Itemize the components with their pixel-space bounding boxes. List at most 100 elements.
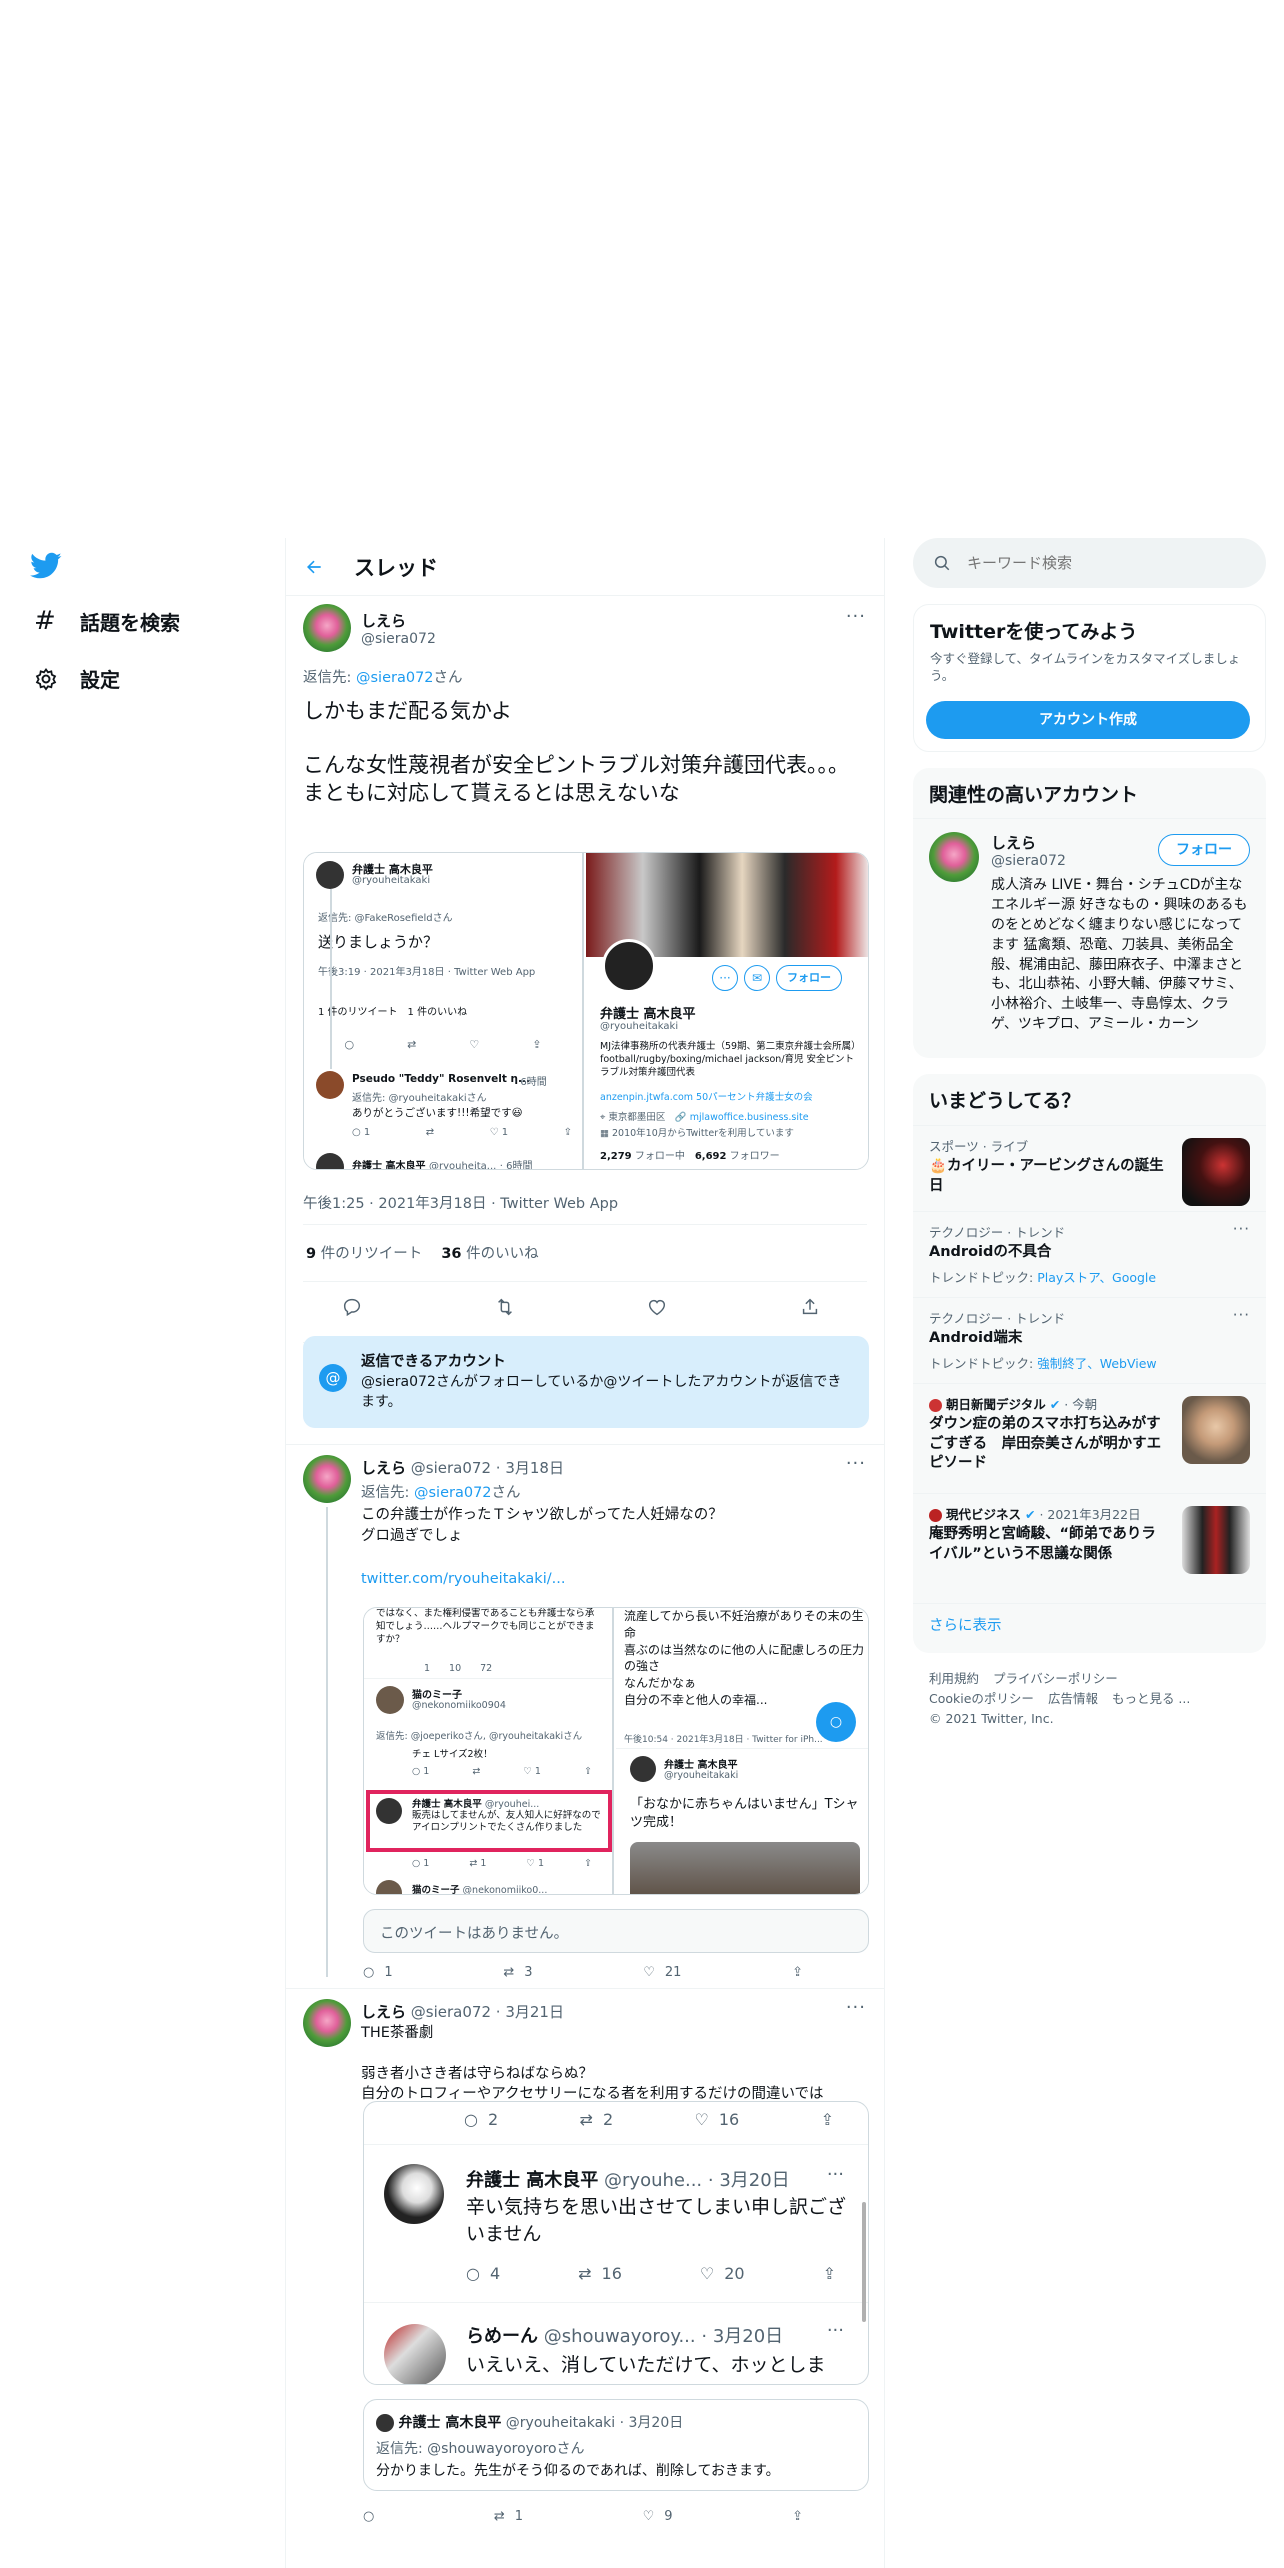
reply-to-link[interactable]: @siera072: [414, 1485, 492, 1501]
account-name[interactable]: しえら: [991, 832, 1066, 853]
tweet-text: しかもまだ配る気かよ こんな女性蔑視者が安全ピントラブル対策弁護団代表。。。 ま…: [303, 698, 863, 807]
embed-line: 喜ぶのは当然なのに他の人に配慮しろの圧力の強さ: [624, 1642, 865, 1674]
tweet-text: THE茶番劇 弱き者小さき者は守らねばならぬ？ 自分のトロフィーやアクセサリーに…: [361, 2023, 824, 2105]
nav-settings[interactable]: 設定: [34, 664, 120, 693]
embed-scrollbar: [862, 2202, 866, 2322]
embed-text: 送りましょうか？: [318, 933, 439, 951]
more-options-icon[interactable]: ···: [846, 1997, 866, 2018]
author-handle[interactable]: @siera072: [411, 1459, 491, 1477]
more-options-icon[interactable]: ···: [1233, 1306, 1250, 1324]
reply-button[interactable]: ○: [363, 2509, 374, 2524]
reply-to-link[interactable]: @siera072: [356, 670, 434, 686]
tweet-text-line: グロ過ぎでしょ: [361, 1528, 463, 1545]
show-more-link[interactable]: さらに表示: [913, 1603, 1266, 1653]
search-box[interactable]: [913, 538, 1266, 588]
media-image-left[interactable]: ではなく、また権利侵害であることも弁護士なら承知でしょう……ヘルプマークでも同じ…: [364, 1608, 614, 1895]
embed-handle: @ryouheitakaki: [664, 1770, 739, 1781]
avatar[interactable]: [929, 832, 979, 882]
media-image-right[interactable]: ··· ✉ フォロー 弁護士 高木良平 @ryouheitakaki MJ法律事…: [586, 853, 868, 1169]
share-icon[interactable]: [799, 1296, 821, 1318]
trend-sub[interactable]: 強制終了、WebView: [1037, 1356, 1156, 1371]
retweet-count[interactable]: 9: [306, 1246, 316, 1262]
like-button[interactable]: ♡ 9: [643, 2509, 673, 2524]
share-button[interactable]: ⇪: [792, 1965, 803, 1980]
signup-text: 今すぐ登録して、タイムラインをカスタマイズしましょう。: [930, 651, 1241, 683]
search-input[interactable]: [967, 554, 1217, 572]
avatar[interactable]: [303, 1455, 351, 1503]
tweet-media[interactable]: ではなく、また権利侵害であることも弁護士なら承知でしょう……ヘルプマークでも同じ…: [363, 1607, 869, 1895]
footer-ads-link[interactable]: 広告情報: [1048, 1691, 1098, 1706]
embed-author: 弁護士 高木良平: [466, 2170, 599, 2191]
retweet-icon[interactable]: [494, 1296, 516, 1318]
author-name[interactable]: しえら: [361, 1459, 406, 1477]
trend-sub[interactable]: Playストア、Google: [1037, 1270, 1156, 1285]
tweet-actions: ○ ⇄ 1 ♡ 9 ⇪: [363, 2509, 803, 2524]
footer-terms-link[interactable]: 利用規約: [929, 1671, 979, 1686]
retweet-button[interactable]: ⇄ 3: [503, 1965, 532, 1980]
reply-prefix: 返信先:: [303, 670, 356, 686]
share-button[interactable]: ⇪: [792, 2509, 803, 2524]
tweet-text-line: しかもまだ配る気かよ: [303, 699, 512, 723]
embed-more-icon: ···: [712, 965, 738, 991]
embed-bottom-handle: @nekonomiiko0...: [462, 1885, 548, 1895]
footer: 利用規約 プライバシーポリシー Cookieのポリシー 広告情報 もっと見る ... …: [913, 1669, 1266, 1729]
author-name[interactable]: しえら: [361, 610, 436, 631]
reply-tweet[interactable]: しえら @siera072 · 3月21日 ··· THE茶番劇 弱き者小さき者…: [286, 1989, 884, 2568]
footer-privacy-link[interactable]: プライバシーポリシー: [993, 1671, 1118, 1686]
nav-explore[interactable]: # 話題を検索: [34, 606, 180, 636]
reply-prefix: 返信先:: [361, 1485, 414, 1501]
retweet-button[interactable]: ⇄ 1: [494, 2509, 523, 2524]
like-count[interactable]: 36: [441, 1246, 461, 1262]
more-options-icon[interactable]: ···: [1233, 1220, 1250, 1238]
back-arrow-icon[interactable]: [304, 557, 324, 577]
tweet-media[interactable]: ○ 2 ⇄ 2 ♡ 16 ⇪ 弁護士 高木良平 @ryouhe... · 3月2…: [363, 2101, 869, 2385]
reply-icon[interactable]: [341, 1296, 363, 1318]
account-handle[interactable]: @siera072: [991, 853, 1066, 869]
quote-handle: @ryouheitakaki: [505, 2415, 616, 2431]
trend-item[interactable]: 朝日新聞デジタル ✔ · 今朝 ダウン症の弟のスマホ打ち込みがすごすぎる 岸田奈…: [913, 1383, 1266, 1493]
tweet-media[interactable]: 弁護士 高木良平 @ryouheitakaki 返信先: @FakeRosefi…: [303, 852, 869, 1170]
like-label[interactable]: 件のいいね: [466, 1246, 539, 1262]
create-account-button[interactable]: アカウント作成: [926, 701, 1250, 739]
trend-meta: · 今朝: [1064, 1397, 1098, 1412]
footer-cookie-link[interactable]: Cookieのポリシー: [929, 1691, 1034, 1706]
embed-profile-links: anzenpin.jtwfa.com 50パーセント弁護士女の会: [600, 1092, 813, 1103]
more-options-icon[interactable]: ···: [846, 606, 866, 627]
author-handle[interactable]: @siera072: [411, 2003, 491, 2021]
search-icon: [933, 554, 951, 572]
embed-date: · 3月20日: [707, 2170, 790, 2191]
footer-more-link[interactable]: もっと見る ...: [1112, 1691, 1190, 1706]
like-button[interactable]: ♡ 21: [643, 1965, 681, 1980]
trend-item[interactable]: テクノロジー · トレンド Androidの不具合 トレンドトピック: Play…: [913, 1211, 1266, 1297]
follow-button[interactable]: フォロー: [1158, 834, 1250, 866]
trend-name: ダウン症の弟のスマホ打ち込みがすごすぎる 岸田奈美さんが明かすエピソード: [929, 1416, 1162, 1472]
trend-item[interactable]: スポーツ · ライブ 🎂カイリー・アービングさんの誕生日: [913, 1125, 1266, 1211]
retweet-label[interactable]: 件のリツイート: [321, 1246, 423, 1262]
tweet-date[interactable]: · 3月18日: [496, 1459, 564, 1477]
like-icon[interactable]: [646, 1296, 668, 1318]
media-image-right[interactable]: 流産してから長い不妊治療がありその末の生命 喜ぶのは当然なのに他の人に配慮しろの…: [616, 1608, 868, 1894]
author-handle[interactable]: @siera072: [361, 631, 436, 647]
tweet-link[interactable]: twitter.com/ryouheitakaki/...: [361, 1571, 565, 1587]
main-tweet-actions: [341, 1296, 821, 1318]
avatar[interactable]: [303, 1999, 351, 2047]
embed-highlight-text: 販売はしてませんが、友人知人に好評なのでアイロンプリントでたくさん作りました: [412, 1810, 601, 1834]
reply-restriction-icon: @: [319, 1364, 347, 1392]
trend-item[interactable]: テクノロジー · トレンド Android端末 トレンドトピック: 強制終了、W…: [913, 1297, 1266, 1383]
tweet-timestamp[interactable]: 午後1:25 · 2021年3月18日 · Twitter Web App: [303, 1192, 618, 1213]
embed-following-count: 2,279: [600, 1151, 632, 1162]
more-options-icon[interactable]: ···: [846, 1453, 866, 1474]
embed-reply: 返信先: @joeperikoさん, @ryouheitakakiさん: [376, 1731, 583, 1742]
author-name[interactable]: しえら: [361, 2003, 406, 2021]
tweet-text-line: こんな女性蔑視者が安全ピントラブル対策弁護団代表。。。: [303, 753, 849, 778]
embed-text: 「おなかに赤ちゃんはいません」Tシャツ完成！: [630, 1797, 859, 1830]
embed-reply3-time: · 6時間: [499, 1161, 533, 1170]
reply-tweet[interactable]: しえら @siera072 · 3月18日 ··· 返信先: @siera072…: [286, 1445, 884, 1980]
avatar[interactable]: [303, 604, 351, 652]
media-image-left[interactable]: 弁護士 高木良平 @ryouheitakaki 返信先: @FakeRosefi…: [304, 853, 584, 1170]
twitter-logo-icon[interactable]: [30, 552, 62, 580]
tweet-date[interactable]: · 3月21日: [496, 2003, 564, 2021]
trend-item[interactable]: 現代ビジネス ✔ · 2021年3月22日 庵野秀明と宮崎駿、“師弟でありライバ…: [913, 1493, 1266, 1603]
quoted-tweet[interactable]: 弁護士 高木良平 @ryouheitakaki · 3月20日 返信先: @sh…: [363, 2399, 869, 2491]
reply-button[interactable]: ○ 1: [363, 1965, 393, 1980]
